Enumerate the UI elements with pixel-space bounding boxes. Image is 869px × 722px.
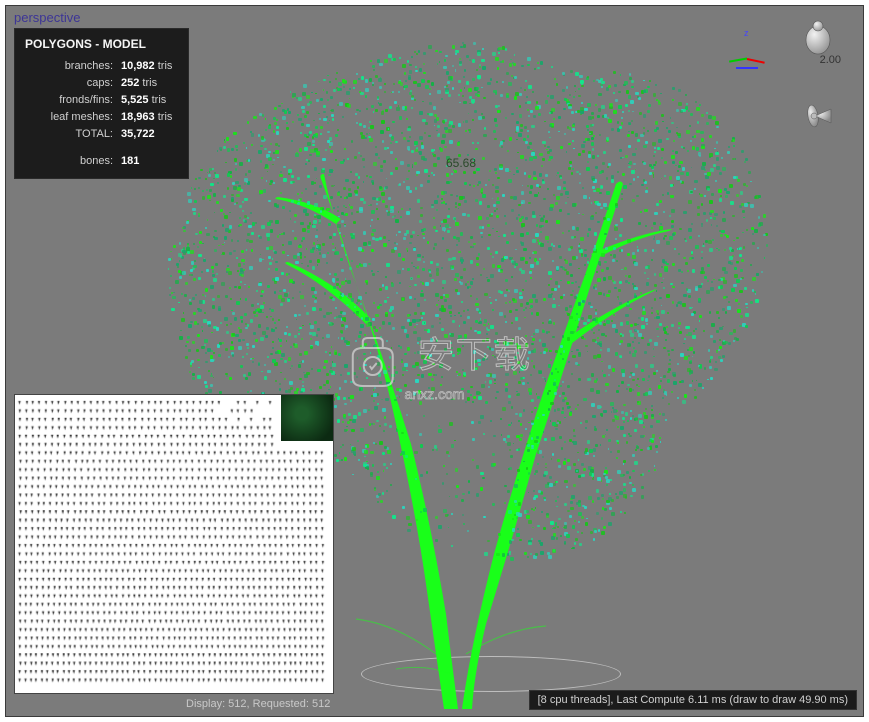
viewport-3d[interactable]: perspective 65.68 xyxy=(5,5,864,717)
stats-title: POLYGONS - MODEL xyxy=(25,35,178,54)
watermark-icon xyxy=(337,336,407,390)
uv-display-info: Display: 512, Requested: 512 xyxy=(186,698,330,710)
stats-value: 252 tris xyxy=(113,75,178,92)
light-value-label: 2.00 xyxy=(820,54,841,66)
stats-value: 181 xyxy=(113,153,178,170)
stats-value: 5,525 tris xyxy=(113,92,178,109)
stats-value: 35,722 xyxy=(113,126,178,143)
stats-value: 10,982 tris xyxy=(113,58,178,75)
stats-row-total: TOTAL: 35,722 xyxy=(25,126,178,143)
stats-value: 18,963 tris xyxy=(113,109,178,126)
axis-z-label: z xyxy=(744,28,749,38)
watermark-sub: anxz.com xyxy=(337,386,531,402)
watermark: 安下载 anxz.com xyxy=(337,326,531,402)
stats-row-bones: bones: 181 xyxy=(25,153,178,170)
stats-row-caps: caps: 252 tris xyxy=(25,75,178,92)
wind-fan-icon[interactable] xyxy=(801,101,837,131)
axis-gizmo-icon[interactable]: z xyxy=(731,24,773,66)
viewport-label: perspective xyxy=(14,10,80,25)
uv-atlas-panel[interactable] xyxy=(14,394,334,694)
stats-row-leafmeshes: leaf meshes: 18,963 tris xyxy=(25,109,178,126)
uv-preview-patch xyxy=(281,395,333,441)
stats-label: TOTAL: xyxy=(25,126,113,143)
stats-row-branches: branches: 10,982 tris xyxy=(25,58,178,75)
stats-label: caps: xyxy=(25,75,113,92)
watermark-main: 安下载 xyxy=(418,334,532,375)
ground-plane-circle xyxy=(361,656,621,692)
stats-label: leaf meshes: xyxy=(25,109,113,126)
stats-row-fronds: fronds/fins: 5,525 tris xyxy=(25,92,178,109)
compute-status-bar: [8 cpu threads], Last Compute 6.11 ms (d… xyxy=(529,690,857,710)
stats-label: fronds/fins: xyxy=(25,92,113,109)
tree-height-label: 65.68 xyxy=(446,156,476,170)
stats-label: bones: xyxy=(25,153,113,170)
polygon-stats-panel: POLYGONS - MODEL branches: 10,982 tris c… xyxy=(14,28,189,179)
stats-label: branches: xyxy=(25,58,113,75)
